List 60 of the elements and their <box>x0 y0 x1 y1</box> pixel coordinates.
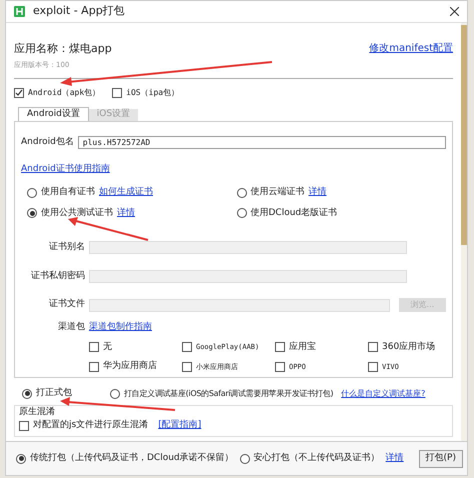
checkbox-label: 对配置的js文件进行原生混淆 <box>33 419 148 432</box>
cert-guide-link[interactable]: Android证书使用指南 <box>21 164 110 174</box>
checkbox[interactable] <box>182 362 192 372</box>
channel-label: 应用宝 <box>289 340 316 354</box>
radio-label: 打自定义调试基座(iOS的Safari调试需要用苹果开发证书打包) <box>124 388 334 400</box>
manifest-link[interactable]: 修改manifest配置 <box>369 41 453 56</box>
checkbox[interactable] <box>14 88 24 98</box>
radio-button[interactable] <box>27 188 37 198</box>
details-link[interactable]: 详情 <box>117 206 135 220</box>
package-field[interactable]: plus.H572572AD <box>78 136 446 150</box>
channel-label: 华为应用商店 <box>103 360 157 373</box>
input-field[interactable] <box>89 270 407 283</box>
checkbox[interactable] <box>368 342 378 352</box>
tab[interactable]: Android设置 <box>18 107 89 121</box>
checkbox[interactable] <box>182 342 192 352</box>
app-name: 应用名称：煤电app <box>14 41 112 57</box>
radio-label: 传统打包（上传代码及证书，DCloud承诺不保留） <box>30 452 234 465</box>
field-label: 证书文件 <box>48 298 85 312</box>
channel-guide-link[interactable]: 渠道包制作指南 <box>89 321 152 334</box>
details-link[interactable]: 详情 <box>386 452 404 466</box>
checkbox[interactable] <box>275 342 285 352</box>
platform-label: Android（apk包） <box>28 87 100 99</box>
field-label: 证书私钥密码 <box>30 270 85 282</box>
platform-label: iOS（ipa包） <box>126 87 180 99</box>
config-guide-link[interactable]: [配置指南] <box>158 420 202 430</box>
input-field[interactable] <box>89 298 390 312</box>
checkbox[interactable] <box>89 342 99 352</box>
pack-button[interactable]: 打包(P) <box>418 450 463 468</box>
field-label: 证书别名 <box>48 241 85 254</box>
radio-label: 使用DCloud老版证书 <box>250 206 338 220</box>
radio-button[interactable] <box>27 208 37 218</box>
input-field[interactable] <box>89 241 407 254</box>
close-icon[interactable] <box>450 7 459 16</box>
checkbox[interactable] <box>368 362 378 372</box>
radio-label: 使用自有证书 <box>41 186 95 199</box>
field-label: Android包名 <box>21 136 74 149</box>
checkbox[interactable] <box>275 362 285 372</box>
radio-label: 打正式包 <box>36 387 72 400</box>
field-label: 渠道包 <box>57 321 85 334</box>
radio-button[interactable] <box>240 454 250 464</box>
scrollbar-thumb[interactable] <box>461 25 467 245</box>
debug-base-link[interactable]: 什么是自定义调试基座? <box>341 388 426 398</box>
radio-button[interactable] <box>110 388 120 399</box>
radio-button[interactable] <box>236 208 246 218</box>
channel-label: 无 <box>103 340 112 354</box>
radio-label: 安心打包（不上传代码及证书） <box>254 452 380 465</box>
checkbox[interactable] <box>19 420 29 431</box>
radio-button[interactable] <box>22 388 32 399</box>
group-title: 原生混淆 <box>19 406 56 418</box>
details-link[interactable]: 详情 <box>308 186 326 200</box>
channel-label: 360应用市场 <box>382 340 436 354</box>
radio-label: 使用云端证书 <box>250 186 304 199</box>
checkbox[interactable] <box>89 362 99 372</box>
window-title: exploit - App打包 <box>33 3 125 20</box>
checkbox[interactable] <box>112 88 122 98</box>
radio-button[interactable] <box>236 188 246 198</box>
radio-label: 使用公共测试证书 <box>41 206 113 220</box>
app-logo-icon <box>14 6 25 17</box>
radio-button[interactable] <box>16 454 26 464</box>
details-link[interactable]: 如何生成证书 <box>99 186 153 200</box>
